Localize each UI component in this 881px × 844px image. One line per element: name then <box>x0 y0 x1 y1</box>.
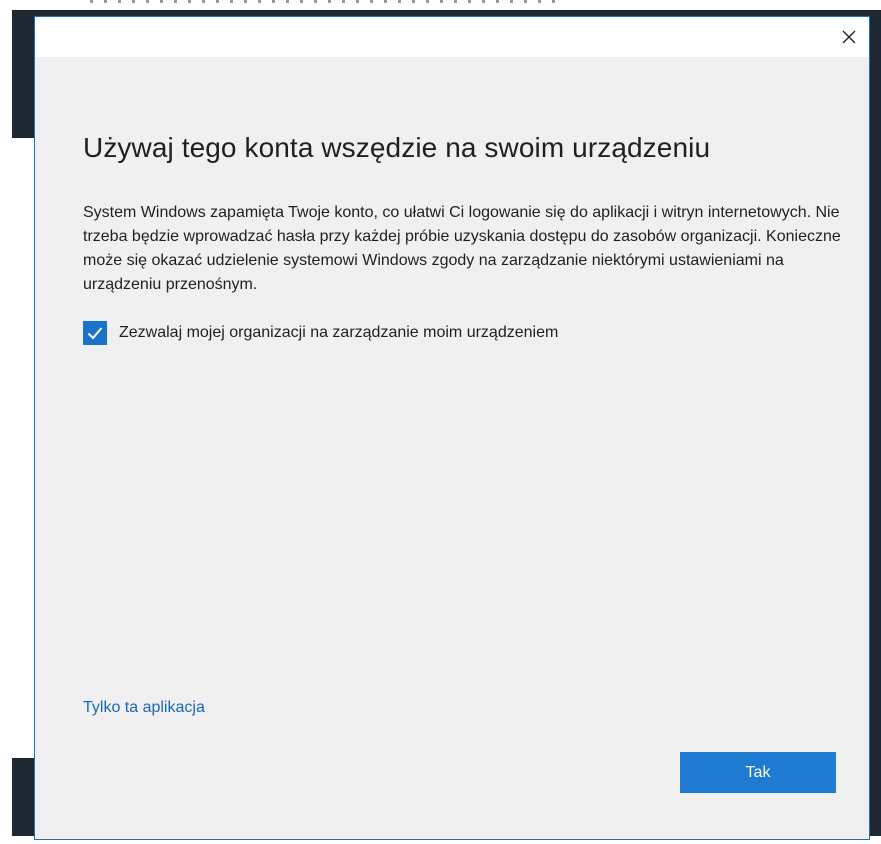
desktop-edge-right <box>870 10 881 836</box>
this-app-only-link[interactable]: Tylko ta aplikacja <box>83 699 205 717</box>
desktop-edge-left-lower <box>12 758 36 836</box>
manage-device-option: Zezwalaj mojej organizacji na zarządzani… <box>83 321 558 345</box>
manage-device-checkbox[interactable] <box>83 321 107 345</box>
dialog-heading: Używaj tego konta wszędzie na swoim urzą… <box>83 132 711 163</box>
account-dialog: Używaj tego konta wszędzie na swoim urzą… <box>34 16 870 840</box>
yes-button[interactable]: Tak <box>680 752 836 793</box>
close-button[interactable] <box>835 23 863 51</box>
checkmark-icon <box>87 327 103 340</box>
close-icon <box>842 30 856 44</box>
manage-device-label: Zezwalaj mojej organizacji na zarządzani… <box>119 324 559 341</box>
dialog-titlebar <box>35 17 869 57</box>
desktop-edge-left-upper <box>12 10 36 138</box>
dialog-description: System Windows zapamięta Twoje konto, co… <box>83 204 841 293</box>
background-window-caption <box>90 0 560 8</box>
